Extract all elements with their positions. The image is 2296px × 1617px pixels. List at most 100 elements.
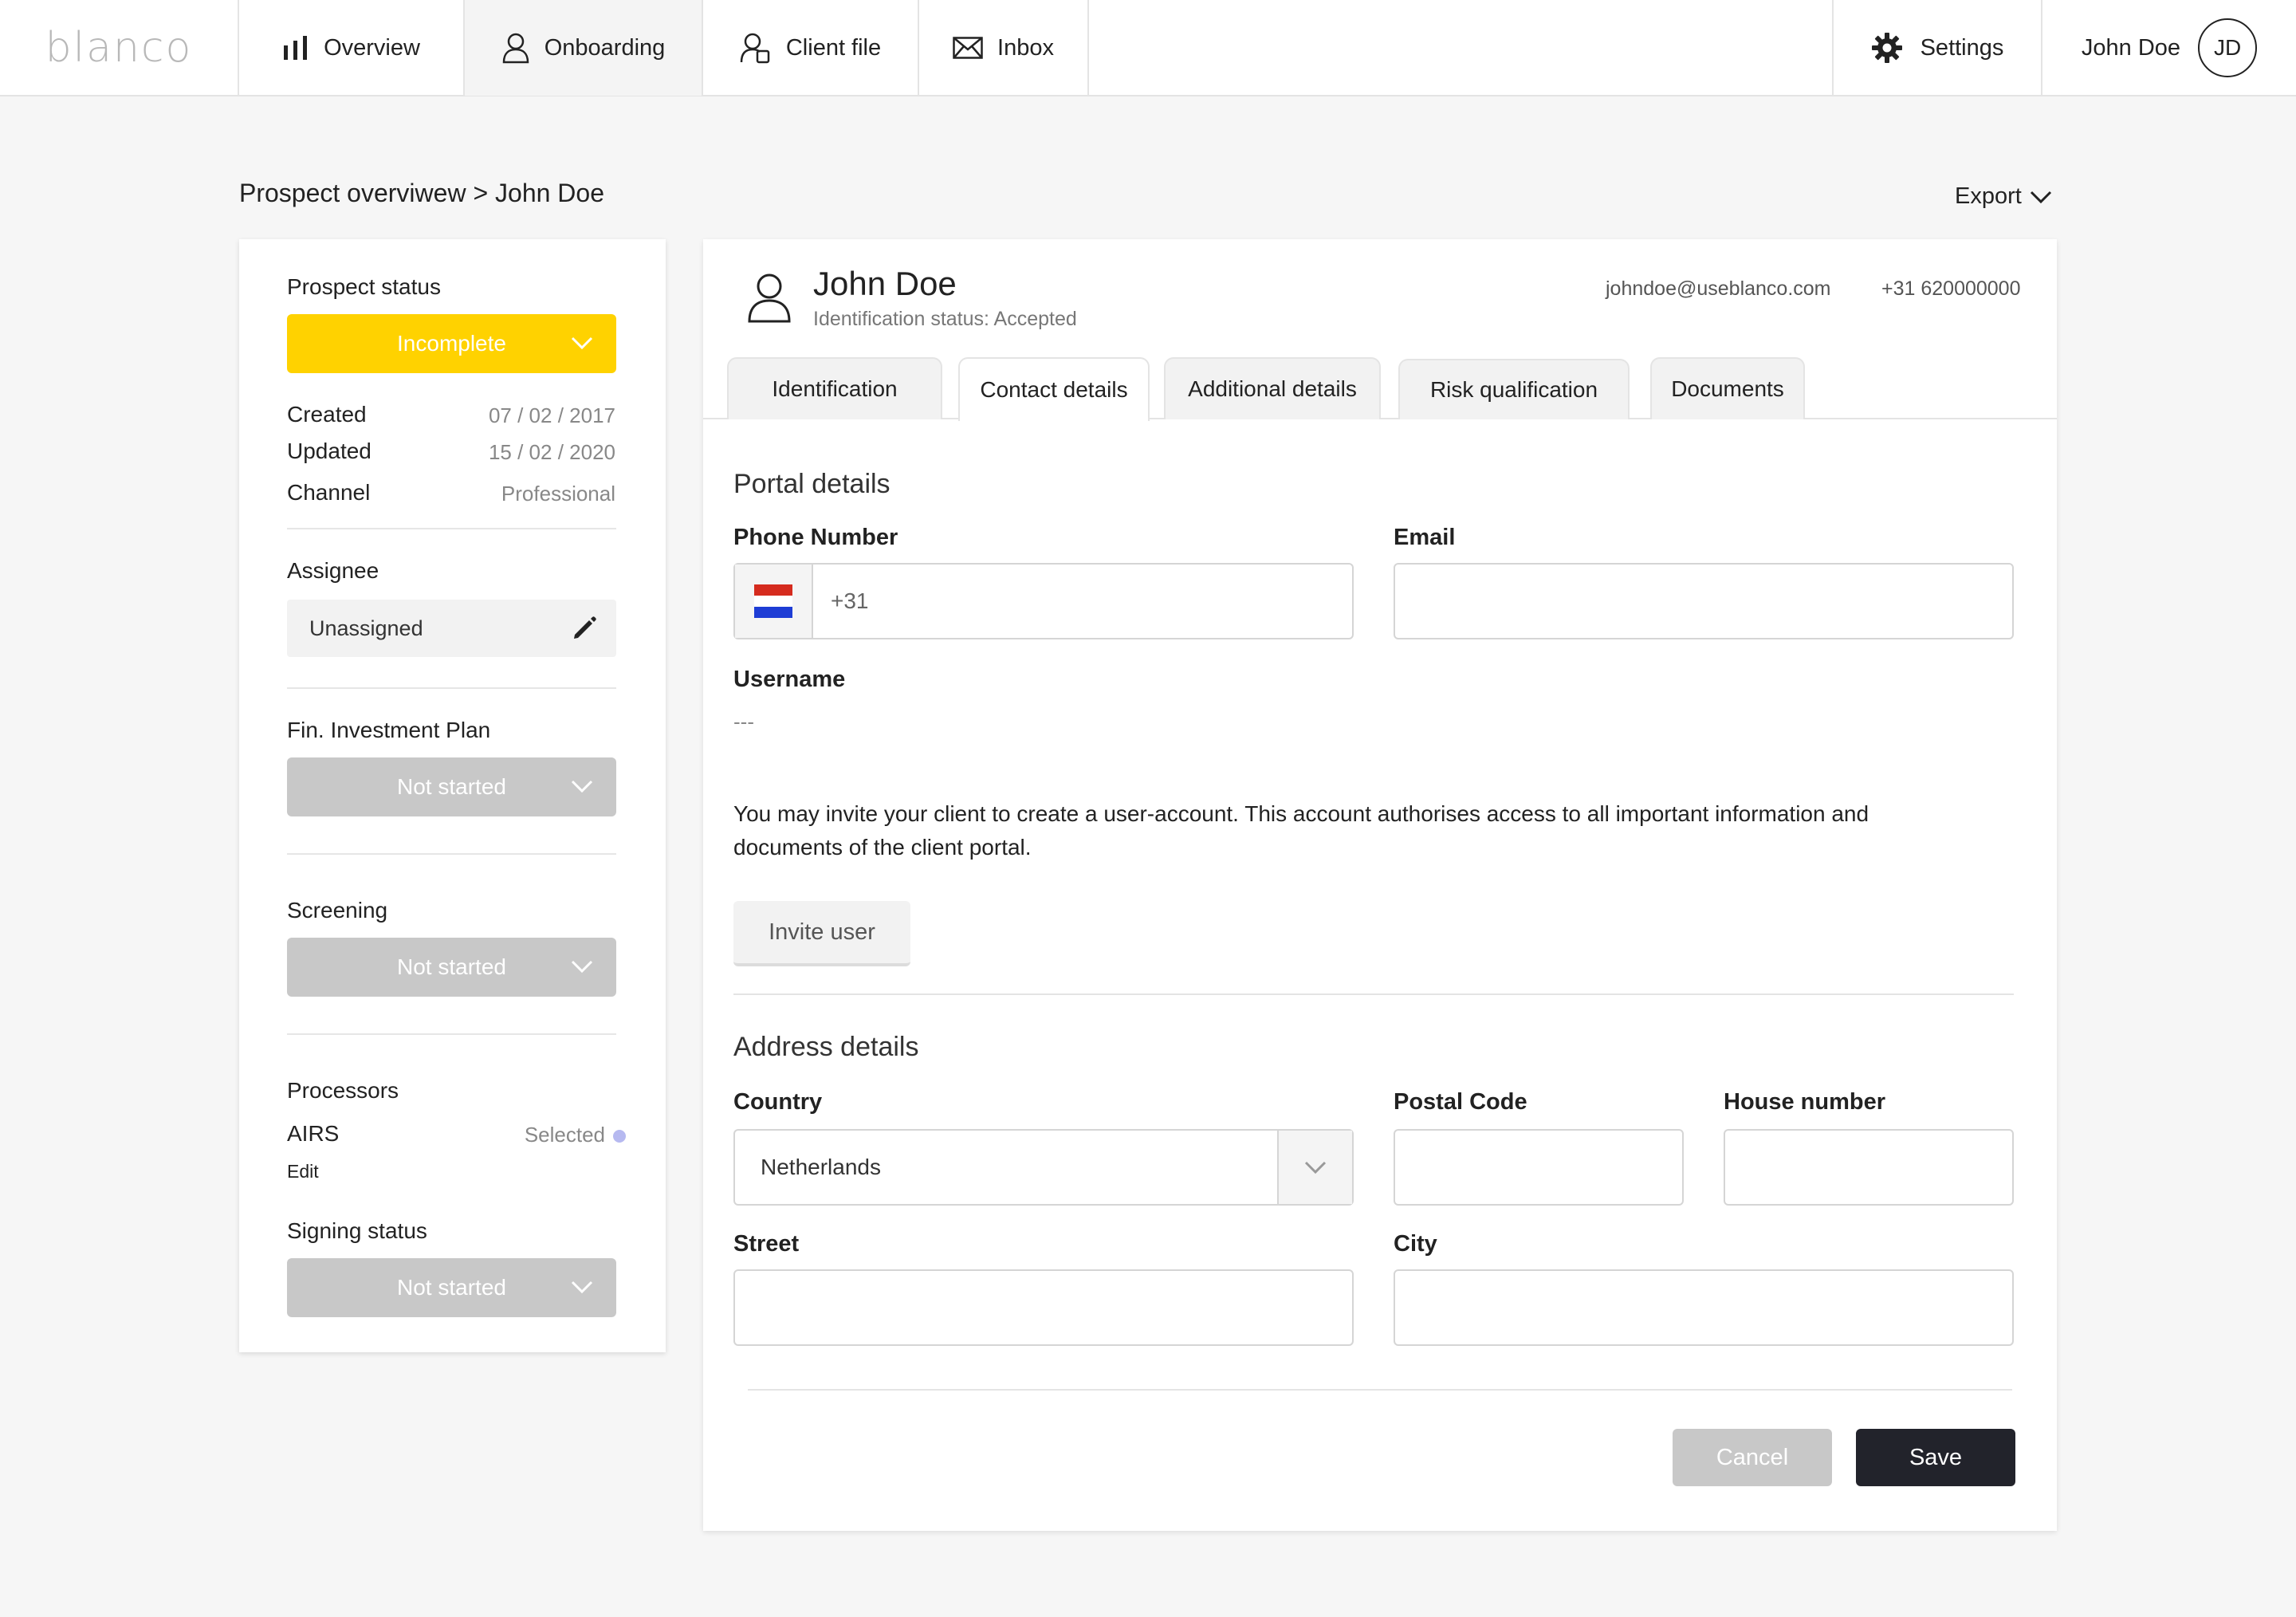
gear-icon — [1871, 33, 1902, 63]
street-input[interactable] — [733, 1269, 1354, 1346]
tab-label: Documents — [1671, 376, 1784, 401]
house-number-input[interactable] — [1724, 1129, 2014, 1206]
street-label: Street — [733, 1231, 800, 1257]
tab-documents[interactable]: Documents — [1650, 357, 1805, 419]
nav-tab-onboarding[interactable]: Onboarding — [465, 0, 703, 96]
signing-status-dropdown[interactable]: Not started — [287, 1258, 616, 1317]
user-name: John Doe — [2081, 34, 2181, 61]
person-file-icon — [740, 33, 770, 64]
chevron-down-icon — [571, 1281, 593, 1294]
processors-label: Processors — [287, 1078, 399, 1103]
created-label: Created — [287, 402, 367, 427]
fin-investment-plan-label: Fin. Investment Plan — [287, 718, 491, 742]
save-button[interactable]: Save — [1856, 1429, 2015, 1486]
processor-status-text: Selected — [524, 1123, 605, 1147]
chevron-down-icon — [2030, 191, 2051, 203]
email-label: Email — [1394, 525, 1456, 550]
city-input[interactable] — [1394, 1269, 2014, 1346]
divider — [287, 853, 616, 855]
avatar: JD — [2198, 18, 2258, 77]
processor-edit-link[interactable]: Edit — [287, 1161, 319, 1182]
processor-status: Selected — [525, 1123, 626, 1147]
divider — [287, 687, 616, 689]
tab-label: Risk qualification — [1429, 377, 1598, 402]
house-number-label: House number — [1724, 1089, 1886, 1115]
channel-value: Professional — [501, 482, 615, 506]
client-detail-card: John Doe Identification status: Accepted… — [703, 239, 2057, 1531]
invite-user-button[interactable]: Invite user — [733, 901, 910, 966]
screening-label: Screening — [287, 898, 388, 923]
settings-button[interactable]: Settings — [1832, 0, 2041, 96]
tab-additional-details[interactable]: Additional details — [1164, 357, 1381, 419]
identification-status: Identification status: Accepted — [813, 308, 1077, 330]
processor-name: AIRS — [287, 1121, 340, 1146]
assignee-value: Unassigned — [309, 616, 423, 640]
country-select-toggle[interactable] — [1277, 1131, 1352, 1204]
phone-prefix: +31 — [831, 588, 869, 613]
prospect-status-label: Prospect status — [287, 274, 441, 299]
prospect-sidebar: Prospect status Incomplete Created 07 / … — [239, 239, 666, 1352]
country-value: Netherlands — [761, 1155, 881, 1179]
user-menu[interactable]: John Doe JD — [2041, 0, 2296, 96]
divider — [287, 1033, 616, 1035]
client-phone[interactable]: +31 620000000 — [1881, 277, 2021, 301]
status-dot — [613, 1130, 626, 1143]
top-navigation: blanco Overview Onboarding Client file I… — [0, 0, 2296, 96]
bar-chart-icon — [284, 36, 308, 60]
postal-code-label: Postal Code — [1394, 1089, 1527, 1115]
phone-number-label: Phone Number — [733, 525, 898, 550]
country-select[interactable]: Netherlands — [733, 1129, 1354, 1206]
nav-tab-label: Client file — [785, 34, 882, 61]
nav-tab-label: Onboarding — [544, 34, 666, 61]
city-label: City — [1394, 1231, 1437, 1257]
postal-code-input[interactable] — [1394, 1129, 1684, 1206]
client-name: John Doe — [813, 265, 957, 302]
export-label: Export — [1955, 183, 2022, 209]
nav-tab-inbox[interactable]: Inbox — [919, 0, 1089, 96]
screening-value: Not started — [397, 954, 506, 979]
fin-investment-plan-dropdown[interactable]: Not started — [287, 757, 616, 816]
nav-tab-label: Inbox — [997, 34, 1054, 61]
nav-tab-overview[interactable]: Overview — [239, 0, 465, 96]
envelope-icon — [953, 37, 983, 59]
chevron-down-icon — [571, 780, 593, 793]
cancel-button[interactable]: Cancel — [1673, 1429, 1832, 1486]
tab-label: Identification — [772, 376, 898, 401]
person-icon — [748, 273, 791, 323]
tab-label: Contact details — [980, 377, 1128, 402]
phone-number-input[interactable]: +31 — [733, 563, 1354, 639]
prospect-status-dropdown[interactable]: Incomplete — [287, 314, 616, 373]
signing-status-label: Signing status — [287, 1218, 427, 1243]
nav-tab-client-file[interactable]: Client file — [703, 0, 919, 96]
breadcrumb[interactable]: Prospect overviwew > John Doe — [239, 179, 604, 208]
section-divider — [748, 1389, 2012, 1391]
export-button[interactable]: Export — [1955, 183, 2052, 210]
username-value: --- — [733, 710, 754, 734]
updated-value: 15 / 02 / 2020 — [488, 440, 615, 464]
chevron-down-icon — [571, 336, 593, 350]
tab-identification[interactable]: Identification — [727, 357, 942, 419]
tab-label: Additional details — [1188, 376, 1357, 401]
assignee-field[interactable]: Unassigned — [287, 600, 616, 657]
tab-contact-details[interactable]: Contact details — [958, 357, 1150, 421]
assignee-label: Assignee — [287, 558, 379, 583]
username-label: Username — [733, 667, 846, 692]
prospect-status-value: Incomplete — [397, 331, 506, 356]
client-email[interactable]: johndoe@useblanco.com — [1606, 277, 1831, 301]
fin-investment-plan-value: Not started — [397, 774, 506, 799]
section-divider — [733, 993, 2014, 995]
signing-status-value: Not started — [397, 1275, 506, 1300]
tab-risk-qualification[interactable]: Risk qualification — [1398, 359, 1630, 419]
country-code-selector[interactable] — [735, 565, 813, 638]
email-input[interactable] — [1394, 563, 2014, 639]
updated-label: Updated — [287, 439, 372, 463]
screening-dropdown[interactable]: Not started — [287, 938, 616, 997]
netherlands-flag-icon — [754, 584, 792, 618]
invite-info-text: You may invite your client to create a u… — [733, 801, 1869, 860]
country-label: Country — [733, 1089, 823, 1115]
divider — [287, 528, 616, 529]
pencil-icon[interactable] — [570, 614, 599, 643]
address-details-title: Address details — [733, 1032, 919, 1062]
blanco-logo[interactable]: blanco — [0, 0, 239, 96]
channel-label: Channel — [287, 480, 371, 505]
